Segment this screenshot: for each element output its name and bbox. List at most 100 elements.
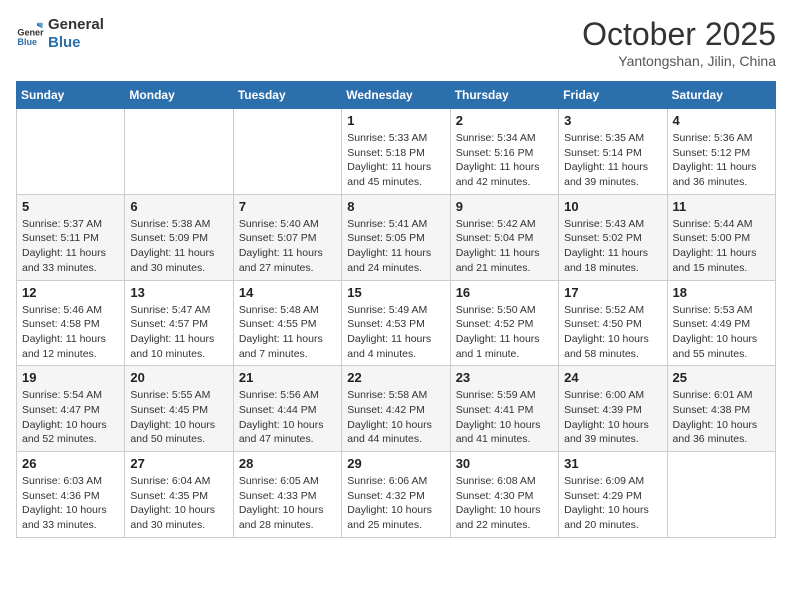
day-number: 1 xyxy=(347,113,444,128)
day-info: Sunrise: 5:49 AMSunset: 4:53 PMDaylight:… xyxy=(347,303,444,362)
day-info: Sunrise: 5:48 AMSunset: 4:55 PMDaylight:… xyxy=(239,303,336,362)
calendar-cell: 21Sunrise: 5:56 AMSunset: 4:44 PMDayligh… xyxy=(233,366,341,452)
logo-line1: General xyxy=(48,16,104,34)
calendar-cell: 9Sunrise: 5:42 AMSunset: 5:04 PMDaylight… xyxy=(450,194,558,280)
day-number: 12 xyxy=(22,285,119,300)
day-info: Sunrise: 5:47 AMSunset: 4:57 PMDaylight:… xyxy=(130,303,227,362)
calendar-cell: 11 Sunrise: 5:44 AMSunset: 5:00 PMDayligh… xyxy=(667,194,775,280)
day-info: Sunrise: 6:06 AMSunset: 4:32 PMDaylight:… xyxy=(347,474,444,533)
calendar-cell xyxy=(125,109,233,195)
day-number: 10 xyxy=(564,199,661,214)
day-info: Sunrise: 5:38 AMSunset: 5:09 PMDaylight:… xyxy=(130,217,227,276)
calendar-table: SundayMondayTuesdayWednesdayThursdayFrid… xyxy=(16,81,776,538)
day-number: 27 xyxy=(130,456,227,471)
calendar-cell: 20 Sunrise: 5:55 AMSunset: 4:45 PMDayligh… xyxy=(125,366,233,452)
calendar-cell: 31Sunrise: 6:09 AMSunset: 4:29 PMDayligh… xyxy=(559,452,667,538)
day-info: Sunrise: 5:50 AMSunset: 4:52 PMDaylight:… xyxy=(456,303,553,362)
calendar-cell: 19 Sunrise: 5:54 AMSunset: 4:47 PMDayligh… xyxy=(17,366,125,452)
week-row-4: 19 Sunrise: 5:54 AMSunset: 4:47 PMDayligh… xyxy=(17,366,776,452)
calendar-cell: 26 Sunrise: 6:03 AMSunset: 4:36 PMDayligh… xyxy=(17,452,125,538)
day-info: Sunrise: 5:43 AMSunset: 5:02 PMDaylight:… xyxy=(564,217,661,276)
logo: General Blue General Blue xyxy=(16,16,104,52)
calendar-cell xyxy=(17,109,125,195)
calendar-cell: 13 Sunrise: 5:47 AMSunset: 4:57 PMDayligh… xyxy=(125,280,233,366)
day-number: 20 xyxy=(130,370,227,385)
weekday-header-row: SundayMondayTuesdayWednesdayThursdayFrid… xyxy=(17,82,776,109)
location: Yantongshan, Jilin, China xyxy=(582,53,776,69)
calendar-cell: 10 Sunrise: 5:43 AMSunset: 5:02 PMDayligh… xyxy=(559,194,667,280)
day-info: Sunrise: 5:58 AMSunset: 4:42 PMDaylight:… xyxy=(347,388,444,447)
calendar-cell: 23 Sunrise: 5:59 AMSunset: 4:41 PMDayligh… xyxy=(450,366,558,452)
day-info: Sunrise: 6:03 AMSunset: 4:36 PMDaylight:… xyxy=(22,474,119,533)
logo-line2: Blue xyxy=(48,34,104,52)
calendar-cell: 2 Sunrise: 5:34 AMSunset: 5:16 PMDaylight… xyxy=(450,109,558,195)
day-number: 11 xyxy=(673,199,770,214)
weekday-header-wednesday: Wednesday xyxy=(342,82,450,109)
calendar-cell: 5 Sunrise: 5:37 AMSunset: 5:11 PMDaylight… xyxy=(17,194,125,280)
day-number: 28 xyxy=(239,456,336,471)
day-info: Sunrise: 5:40 AMSunset: 5:07 PMDaylight:… xyxy=(239,217,336,276)
day-info: Sunrise: 5:44 AMSunset: 5:00 PMDaylight:… xyxy=(673,217,770,276)
day-number: 2 xyxy=(456,113,553,128)
calendar-cell: 22 Sunrise: 5:58 AMSunset: 4:42 PMDayligh… xyxy=(342,366,450,452)
day-number: 15 xyxy=(347,285,444,300)
day-number: 5 xyxy=(22,199,119,214)
calendar-cell xyxy=(667,452,775,538)
weekday-header-sunday: Sunday xyxy=(17,82,125,109)
calendar-cell: 27 Sunrise: 6:04 AMSunset: 4:35 PMDayligh… xyxy=(125,452,233,538)
calendar-cell xyxy=(233,109,341,195)
weekday-header-monday: Monday xyxy=(125,82,233,109)
day-info: Sunrise: 5:35 AMSunset: 5:14 PMDaylight:… xyxy=(564,131,661,190)
weekday-header-tuesday: Tuesday xyxy=(233,82,341,109)
calendar-cell: 17Sunrise: 5:52 AMSunset: 4:50 PMDayligh… xyxy=(559,280,667,366)
day-number: 3 xyxy=(564,113,661,128)
calendar-cell: 25Sunrise: 6:01 AMSunset: 4:38 PMDayligh… xyxy=(667,366,775,452)
day-number: 26 xyxy=(22,456,119,471)
calendar-cell: 24Sunrise: 6:00 AMSunset: 4:39 PMDayligh… xyxy=(559,366,667,452)
svg-text:Blue: Blue xyxy=(17,37,37,47)
week-row-1: 1Sunrise: 5:33 AMSunset: 5:18 PMDaylight… xyxy=(17,109,776,195)
calendar-cell: 1Sunrise: 5:33 AMSunset: 5:18 PMDaylight… xyxy=(342,109,450,195)
calendar-cell: 12 Sunrise: 5:46 AMSunset: 4:58 PMDayligh… xyxy=(17,280,125,366)
day-number: 19 xyxy=(22,370,119,385)
day-info: Sunrise: 6:04 AMSunset: 4:35 PMDaylight:… xyxy=(130,474,227,533)
day-info: Sunrise: 5:53 AMSunset: 4:49 PMDaylight:… xyxy=(673,303,770,362)
calendar-cell: 18 Sunrise: 5:53 AMSunset: 4:49 PMDayligh… xyxy=(667,280,775,366)
day-info: Sunrise: 6:00 AMSunset: 4:39 PMDaylight:… xyxy=(564,388,661,447)
day-info: Sunrise: 5:55 AMSunset: 4:45 PMDaylight:… xyxy=(130,388,227,447)
day-info: Sunrise: 5:52 AMSunset: 4:50 PMDaylight:… xyxy=(564,303,661,362)
calendar-cell: 4Sunrise: 5:36 AMSunset: 5:12 PMDaylight… xyxy=(667,109,775,195)
day-number: 7 xyxy=(239,199,336,214)
calendar-cell: 16 Sunrise: 5:50 AMSunset: 4:52 PMDayligh… xyxy=(450,280,558,366)
day-info: Sunrise: 5:54 AMSunset: 4:47 PMDaylight:… xyxy=(22,388,119,447)
day-number: 31 xyxy=(564,456,661,471)
day-info: Sunrise: 5:46 AMSunset: 4:58 PMDaylight:… xyxy=(22,303,119,362)
calendar-cell: 3 Sunrise: 5:35 AMSunset: 5:14 PMDaylight… xyxy=(559,109,667,195)
day-number: 16 xyxy=(456,285,553,300)
day-number: 18 xyxy=(673,285,770,300)
week-row-5: 26 Sunrise: 6:03 AMSunset: 4:36 PMDayligh… xyxy=(17,452,776,538)
day-info: Sunrise: 6:08 AMSunset: 4:30 PMDaylight:… xyxy=(456,474,553,533)
week-row-2: 5 Sunrise: 5:37 AMSunset: 5:11 PMDaylight… xyxy=(17,194,776,280)
day-number: 23 xyxy=(456,370,553,385)
day-number: 8 xyxy=(347,199,444,214)
day-number: 21 xyxy=(239,370,336,385)
calendar-cell: 15 Sunrise: 5:49 AMSunset: 4:53 PMDayligh… xyxy=(342,280,450,366)
day-info: Sunrise: 5:34 AMSunset: 5:16 PMDaylight:… xyxy=(456,131,553,190)
day-number: 22 xyxy=(347,370,444,385)
day-info: Sunrise: 5:36 AMSunset: 5:12 PMDaylight:… xyxy=(673,131,770,190)
calendar-cell: 6 Sunrise: 5:38 AMSunset: 5:09 PMDaylight… xyxy=(125,194,233,280)
calendar-cell: 29 Sunrise: 6:06 AMSunset: 4:32 PMDayligh… xyxy=(342,452,450,538)
svg-text:General: General xyxy=(17,27,44,37)
weekday-header-thursday: Thursday xyxy=(450,82,558,109)
week-row-3: 12 Sunrise: 5:46 AMSunset: 4:58 PMDayligh… xyxy=(17,280,776,366)
day-info: Sunrise: 6:05 AMSunset: 4:33 PMDaylight:… xyxy=(239,474,336,533)
day-number: 29 xyxy=(347,456,444,471)
day-info: Sunrise: 5:59 AMSunset: 4:41 PMDaylight:… xyxy=(456,388,553,447)
calendar-cell: 8Sunrise: 5:41 AMSunset: 5:05 PMDaylight… xyxy=(342,194,450,280)
day-number: 13 xyxy=(130,285,227,300)
day-info: Sunrise: 5:37 AMSunset: 5:11 PMDaylight:… xyxy=(22,217,119,276)
title-block: October 2025 Yantongshan, Jilin, China xyxy=(582,16,776,69)
day-number: 6 xyxy=(130,199,227,214)
weekday-header-friday: Friday xyxy=(559,82,667,109)
